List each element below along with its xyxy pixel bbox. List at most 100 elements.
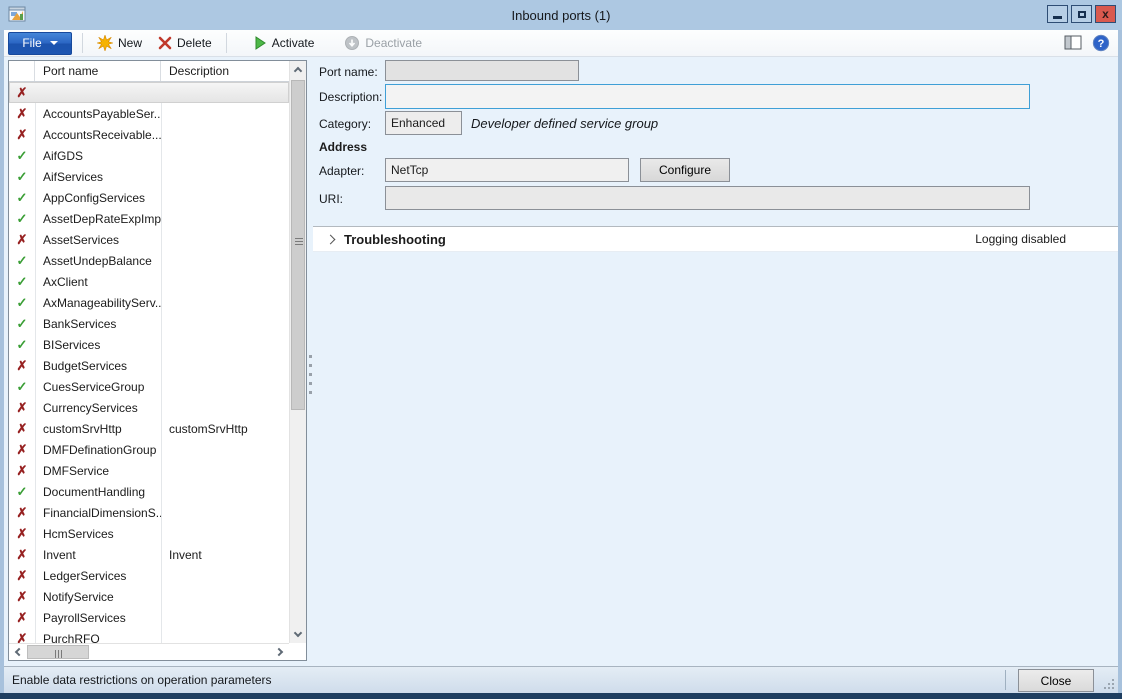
chevron-down-icon bbox=[50, 41, 58, 45]
active-check-icon: ✓ bbox=[9, 275, 35, 289]
port-row[interactable]: ✓AxManageabilityServ... bbox=[9, 292, 289, 313]
description-field[interactable] bbox=[385, 84, 1030, 109]
new-star-icon bbox=[97, 35, 113, 51]
inactive-x-icon: ✗ bbox=[9, 569, 35, 583]
category-label: Category: bbox=[319, 117, 383, 131]
layout-pane-icon[interactable] bbox=[1064, 35, 1082, 51]
adapter-field[interactable] bbox=[385, 158, 629, 182]
port-name-cell: AxManageabilityServ... bbox=[35, 296, 161, 310]
port-name-column-header[interactable]: Port name bbox=[35, 61, 161, 81]
close-button[interactable]: Close bbox=[1018, 669, 1094, 692]
category-hint-text: Developer defined service group bbox=[471, 116, 658, 131]
port-row[interactable]: ✓AppConfigServices bbox=[9, 187, 289, 208]
window-border bbox=[0, 693, 1122, 699]
troubleshooting-title: Troubleshooting bbox=[344, 232, 446, 247]
port-row[interactable]: ✓AssetUndepBalance bbox=[9, 250, 289, 271]
file-menu-label: File bbox=[22, 36, 41, 50]
category-field[interactable] bbox=[385, 111, 462, 135]
port-row[interactable]: ✗PurchRFQ bbox=[9, 628, 289, 643]
port-row[interactable]: ✗DMFDefinationGroup bbox=[9, 439, 289, 460]
port-name-cell: FinancialDimensionS... bbox=[35, 506, 161, 520]
port-name-field[interactable] bbox=[385, 60, 579, 81]
toolbar-right-icons: ? bbox=[1064, 34, 1118, 52]
logging-status-text: Logging disabled bbox=[975, 232, 1118, 246]
horizontal-scrollbar[interactable] bbox=[9, 643, 289, 660]
port-row[interactable]: ✗ bbox=[9, 82, 289, 103]
active-check-icon: ✓ bbox=[9, 191, 35, 205]
port-name-cell: BIServices bbox=[35, 338, 161, 352]
port-name-cell: AifServices bbox=[35, 170, 161, 184]
port-name-cell: AppConfigServices bbox=[35, 191, 161, 205]
port-row[interactable]: ✗customSrvHttpcustomSrvHttp bbox=[9, 418, 289, 439]
port-name-cell: DMFService bbox=[35, 464, 161, 478]
file-menu-button[interactable]: File bbox=[8, 32, 72, 55]
port-row[interactable]: ✗FinancialDimensionS... bbox=[9, 502, 289, 523]
uri-field[interactable] bbox=[385, 186, 1030, 210]
chevron-down-icon bbox=[294, 629, 302, 637]
active-check-icon: ✓ bbox=[9, 317, 35, 331]
port-name-cell: PurchRFQ bbox=[35, 632, 161, 644]
port-row[interactable]: ✗BudgetServices bbox=[9, 355, 289, 376]
port-row[interactable]: ✓CuesServiceGroup bbox=[9, 376, 289, 397]
splitter-grip-icon bbox=[309, 355, 312, 358]
resize-grip-icon[interactable] bbox=[1103, 678, 1115, 690]
port-row[interactable]: ✗AccountsReceivable... bbox=[9, 124, 289, 145]
vertical-scroll-thumb[interactable] bbox=[291, 80, 305, 410]
port-row[interactable]: ✗LedgerServices bbox=[9, 565, 289, 586]
vertical-scrollbar[interactable] bbox=[289, 61, 306, 643]
close-window-button[interactable]: x bbox=[1095, 5, 1116, 23]
chevron-left-icon bbox=[15, 648, 23, 656]
ports-grid-panel: Port name Description ✗✗AccountsPayableS… bbox=[8, 60, 307, 661]
status-column-header[interactable] bbox=[9, 61, 35, 81]
inactive-x-icon: ✗ bbox=[9, 128, 35, 142]
scroll-left-button[interactable] bbox=[9, 644, 26, 660]
port-row[interactable]: ✓AxClient bbox=[9, 271, 289, 292]
new-label: New bbox=[118, 36, 142, 50]
port-name-cell: BankServices bbox=[35, 317, 161, 331]
delete-button[interactable]: Delete bbox=[150, 33, 220, 53]
window-border bbox=[1118, 30, 1122, 693]
scroll-down-button[interactable] bbox=[290, 626, 306, 643]
port-name-cell: NotifyService bbox=[35, 590, 161, 604]
status-bar: Enable data restrictions on operation pa… bbox=[4, 666, 1118, 693]
activate-label: Activate bbox=[272, 36, 315, 50]
port-row[interactable]: ✗PayrollServices bbox=[9, 607, 289, 628]
port-row[interactable]: ✗CurrencyServices bbox=[9, 397, 289, 418]
port-name-cell: DocumentHandling bbox=[35, 485, 161, 499]
port-row[interactable]: ✓BIServices bbox=[9, 334, 289, 355]
troubleshooting-expander[interactable]: Troubleshooting Logging disabled bbox=[313, 226, 1118, 252]
description-column-header[interactable]: Description bbox=[161, 61, 289, 81]
port-row[interactable]: ✓BankServices bbox=[9, 313, 289, 334]
scroll-right-button[interactable] bbox=[272, 644, 289, 660]
port-row[interactable]: ✗DMFService bbox=[9, 460, 289, 481]
new-button[interactable]: New bbox=[89, 32, 150, 54]
port-row[interactable]: ✗AssetServices bbox=[9, 229, 289, 250]
port-name-cell: HcmServices bbox=[35, 527, 161, 541]
port-name-cell: AssetDepRateExpImp bbox=[35, 212, 161, 226]
port-row[interactable]: ✓AssetDepRateExpImp bbox=[9, 208, 289, 229]
maximize-button[interactable] bbox=[1071, 5, 1092, 23]
grid-rows: ✗✗AccountsPayableSer...✗AccountsReceivab… bbox=[9, 82, 289, 643]
close-icon: x bbox=[1102, 8, 1109, 20]
description-cell: Invent bbox=[161, 548, 289, 562]
help-icon[interactable]: ? bbox=[1092, 34, 1110, 52]
minimize-button[interactable] bbox=[1047, 5, 1068, 23]
port-row[interactable]: ✗AccountsPayableSer... bbox=[9, 103, 289, 124]
content-area: Port name Description ✗✗AccountsPayableS… bbox=[4, 57, 1118, 666]
horizontal-scroll-thumb[interactable] bbox=[27, 645, 89, 659]
activate-button[interactable]: Activate bbox=[245, 33, 323, 53]
port-name-cell: AccountsPayableSer... bbox=[35, 107, 161, 121]
port-row[interactable]: ✗HcmServices bbox=[9, 523, 289, 544]
configure-button[interactable]: Configure bbox=[640, 158, 730, 182]
port-row[interactable]: ✓AifServices bbox=[9, 166, 289, 187]
active-check-icon: ✓ bbox=[9, 485, 35, 499]
delete-x-icon bbox=[158, 36, 172, 50]
inactive-x-icon: ✗ bbox=[9, 506, 35, 520]
port-row[interactable]: ✓AifGDS bbox=[9, 145, 289, 166]
port-row[interactable]: ✗InventInvent bbox=[9, 544, 289, 565]
svg-text:?: ? bbox=[1098, 38, 1105, 50]
port-name-cell: AccountsReceivable... bbox=[35, 128, 161, 142]
scroll-up-button[interactable] bbox=[290, 61, 306, 78]
port-row[interactable]: ✗NotifyService bbox=[9, 586, 289, 607]
port-row[interactable]: ✓DocumentHandling bbox=[9, 481, 289, 502]
